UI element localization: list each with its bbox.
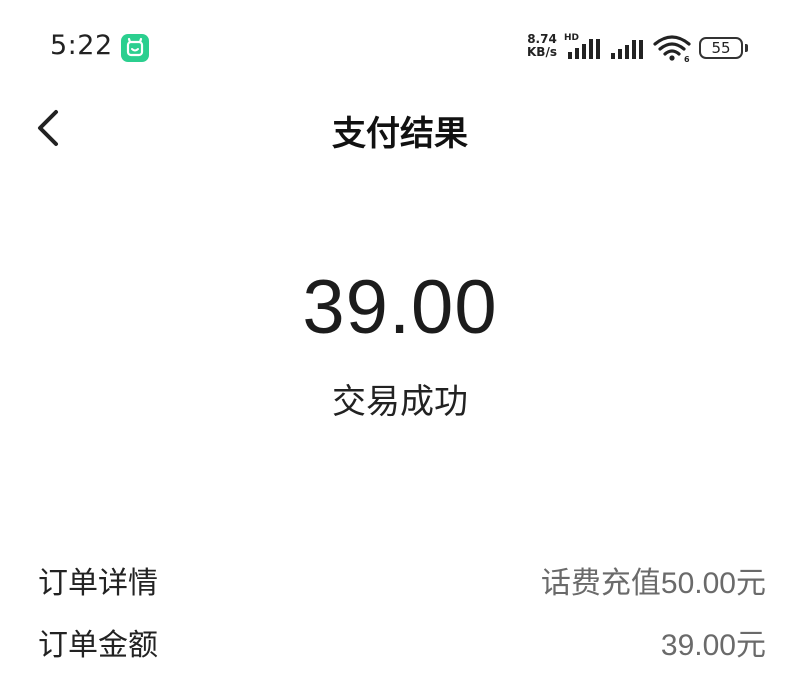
order-details-label: 订单详情: [38, 566, 158, 601]
order-amount-label: 订单金额: [38, 628, 158, 663]
network-speed-unit: KB/s: [527, 45, 557, 59]
order-amount-value: 39.00元: [660, 629, 766, 662]
app-notification-icon: [121, 34, 149, 62]
order-details-row: 订单详情 话费充值50.00元: [38, 558, 766, 608]
transaction-status: 交易成功: [332, 382, 468, 422]
page-title: 支付结果: [332, 114, 468, 154]
signal-icon: [568, 39, 600, 59]
status-time: 5:22: [50, 30, 113, 61]
payment-amount: 39.00: [302, 265, 498, 350]
svg-text:6: 6: [684, 55, 690, 63]
network-speed: 8.74 KB/s: [522, 33, 562, 59]
status-bar: 5:22 8.74 KB/s HD 6 55: [0, 0, 800, 100]
battery-icon: 55: [699, 37, 743, 59]
order-details-value: 话费充值50.00元: [540, 567, 766, 600]
wifi-icon: 6: [653, 35, 691, 63]
battery-tip: [745, 44, 748, 52]
order-amount-row: 订单金额 39.00元: [38, 620, 766, 670]
signal-icon: [611, 40, 643, 59]
